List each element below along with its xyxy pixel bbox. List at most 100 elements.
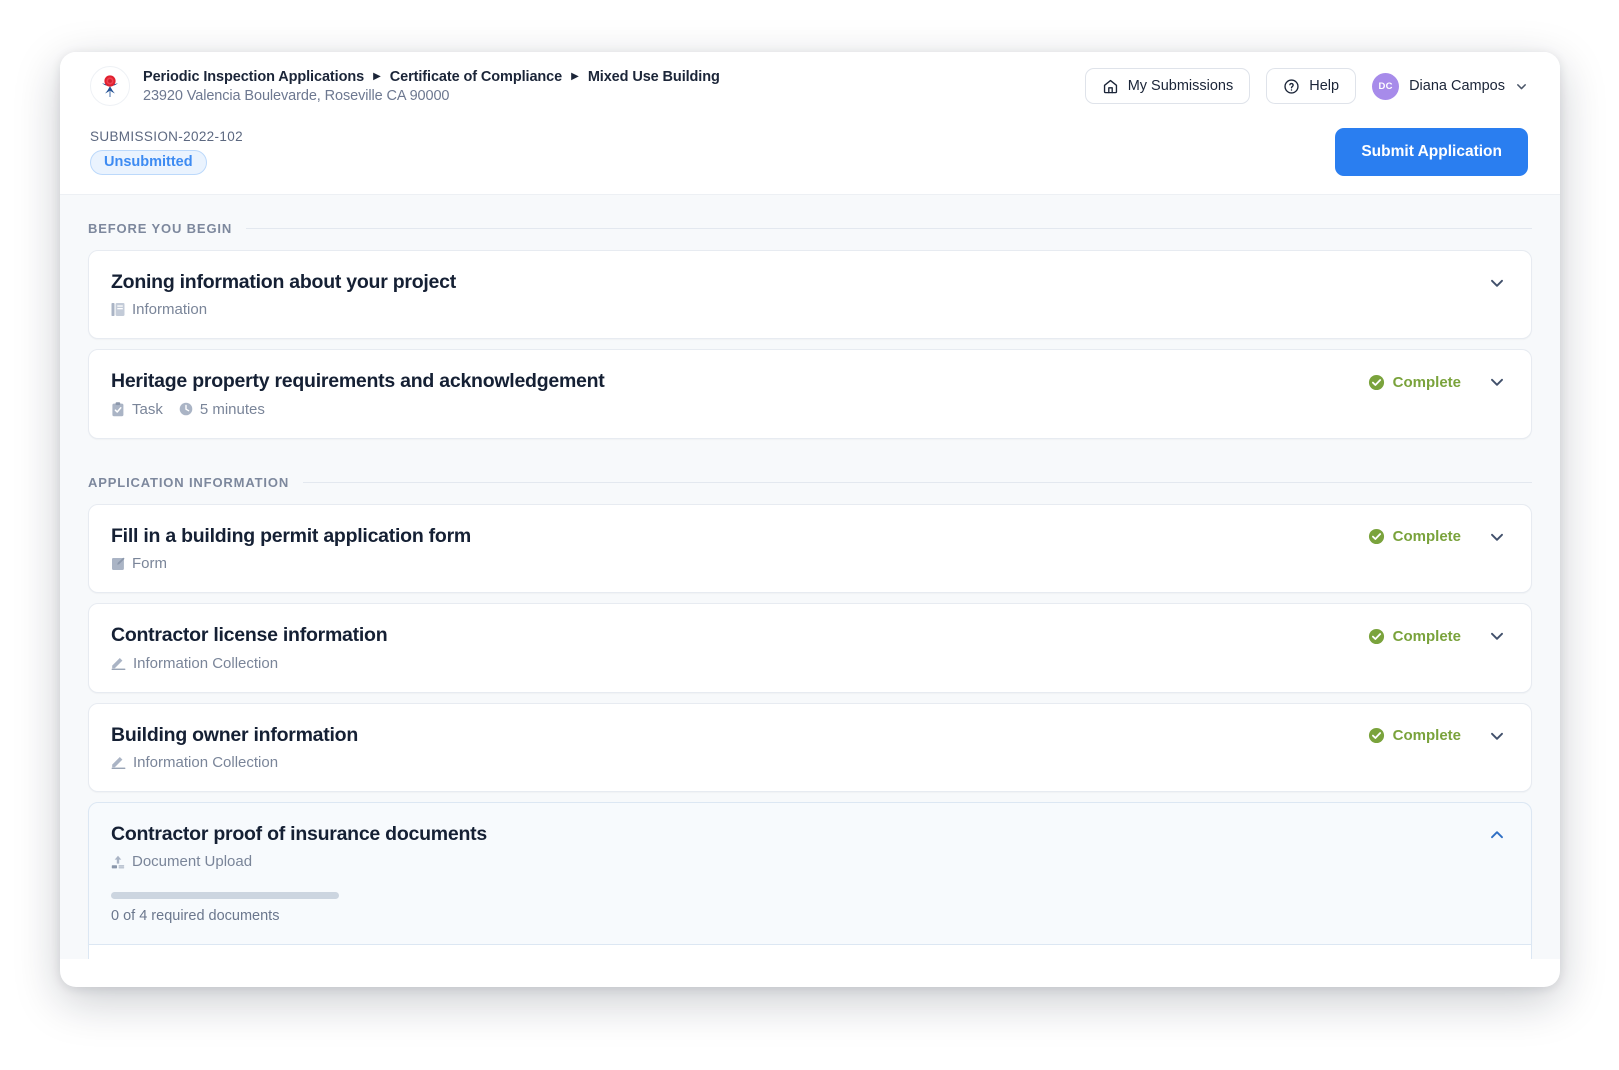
card-type: Task	[111, 401, 163, 418]
checklist-card-heritage-property[interactable]: Heritage property requirements and ackno…	[88, 349, 1532, 438]
chevron-down-icon[interactable]	[1487, 626, 1507, 646]
card-main: Contractor proof of insurance documents …	[111, 823, 487, 924]
upload-progress: 0 of 4 required documents	[111, 892, 339, 924]
help-button[interactable]: Help	[1266, 68, 1356, 104]
card-right: Complete	[1368, 624, 1507, 646]
submission-identity: SUBMISSION-2022-102 Unsubmitted	[90, 129, 243, 175]
expanded-panel-proof-of-insurance: Instructions	[88, 945, 1532, 959]
breadcrumb-item-2[interactable]: Mixed Use Building	[588, 69, 720, 85]
section-divider	[303, 482, 1532, 483]
submission-header: SUBMISSION-2022-102 Unsubmitted Submit A…	[60, 120, 1560, 194]
status-badge: Unsubmitted	[90, 150, 207, 175]
chevron-down-icon[interactable]	[1487, 527, 1507, 547]
user-menu[interactable]: DC Diana Campos	[1372, 73, 1528, 100]
card-meta: Task 5 minutes	[111, 401, 605, 418]
chevron-down-icon[interactable]	[1487, 726, 1507, 746]
breadcrumb-separator-icon: ▶	[373, 72, 381, 82]
property-address: 23920 Valencia Boulevarde, Roseville CA …	[143, 88, 720, 104]
information-book-icon	[111, 302, 125, 317]
checklist-card-building-owner[interactable]: Building owner information Information C…	[88, 703, 1532, 792]
question-circle-icon	[1283, 78, 1300, 95]
status-badge: Complete	[1368, 528, 1461, 545]
card-right: Complete	[1368, 724, 1507, 746]
submission-id: SUBMISSION-2022-102	[90, 129, 243, 144]
my-submissions-button[interactable]: My Submissions	[1085, 68, 1251, 104]
card-type: Form	[111, 555, 167, 572]
card-meta: Form	[111, 555, 471, 572]
card-meta: Information	[111, 301, 456, 318]
breadcrumb-separator-icon: ▶	[571, 72, 579, 82]
card-type: Document Upload	[111, 853, 252, 870]
card-duration: 5 minutes	[179, 401, 265, 418]
card-type-label: Information Collection	[133, 655, 278, 672]
help-label: Help	[1309, 78, 1339, 94]
card-main: Zoning information about your project In…	[111, 271, 456, 318]
submit-application-button[interactable]: Submit Application	[1335, 128, 1528, 176]
card-title: Heritage property requirements and ackno…	[111, 370, 605, 393]
card-type: Information	[111, 301, 207, 318]
checklist-card-contractor-license[interactable]: Contractor license information Informati…	[88, 603, 1532, 692]
avatar: DC	[1372, 73, 1399, 100]
card-title: Contractor proof of insurance documents	[111, 823, 487, 846]
card-meta: Document Upload	[111, 853, 487, 870]
home-icon	[1102, 78, 1119, 95]
checklist-card-zoning-information[interactable]: Zoning information about your project In…	[88, 250, 1532, 339]
chevron-down-icon	[1515, 80, 1528, 93]
upload-icon	[111, 855, 125, 869]
breadcrumb-item-0[interactable]: Periodic Inspection Applications	[143, 69, 364, 85]
status-badge: Complete	[1368, 628, 1461, 645]
section-title: APPLICATION INFORMATION	[88, 475, 289, 490]
chevron-up-icon[interactable]	[1487, 825, 1507, 845]
check-circle-icon	[1368, 727, 1385, 744]
checklist-card-building-permit-form[interactable]: Fill in a building permit application fo…	[88, 504, 1532, 593]
status-label: Complete	[1393, 628, 1461, 645]
section-header-application-information: APPLICATION INFORMATION	[88, 449, 1532, 504]
chevron-down-icon[interactable]	[1487, 372, 1507, 392]
checklist-body[interactable]: BEFORE YOU BEGIN Zoning information abou…	[60, 194, 1560, 959]
form-edit-icon	[111, 557, 125, 571]
card-title: Zoning information about your project	[111, 271, 456, 294]
signature-pen-icon	[111, 656, 126, 670]
card-right	[1487, 823, 1507, 845]
card-meta: Information Collection	[111, 655, 387, 672]
status-label: Complete	[1393, 727, 1461, 744]
card-duration-label: 5 minutes	[200, 401, 265, 418]
progress-label: 0 of 4 required documents	[111, 908, 339, 924]
status-badge: Complete	[1368, 374, 1461, 391]
card-right	[1487, 271, 1507, 293]
card-main: Building owner information Information C…	[111, 724, 358, 771]
check-circle-icon	[1368, 374, 1385, 391]
card-meta: Information Collection	[111, 754, 358, 771]
card-right: Complete	[1368, 370, 1507, 392]
card-title: Fill in a building permit application fo…	[111, 525, 471, 548]
card-main: Fill in a building permit application fo…	[111, 525, 471, 572]
header-actions: My Submissions Help DC Diana Campos	[1085, 68, 1528, 104]
card-title: Contractor license information	[111, 624, 387, 647]
user-name: Diana Campos	[1409, 78, 1505, 94]
breadcrumb-item-1[interactable]: Certificate of Compliance	[390, 69, 562, 85]
card-type-label: Form	[132, 555, 167, 572]
breadcrumb: Periodic Inspection Applications ▶ Certi…	[143, 69, 720, 104]
section-divider	[246, 228, 1532, 229]
brand-block: Periodic Inspection Applications ▶ Certi…	[90, 66, 720, 106]
rose-logo-icon	[90, 66, 130, 106]
signature-pen-icon	[111, 755, 126, 769]
card-main: Heritage property requirements and ackno…	[111, 370, 605, 417]
section-header-before-you-begin: BEFORE YOU BEGIN	[88, 195, 1532, 250]
top-header: Periodic Inspection Applications ▶ Certi…	[60, 52, 1560, 120]
status-badge: Complete	[1368, 727, 1461, 744]
chevron-down-icon[interactable]	[1487, 273, 1507, 293]
card-title: Building owner information	[111, 724, 358, 747]
application-window: Periodic Inspection Applications ▶ Certi…	[60, 52, 1560, 987]
progress-track	[111, 892, 339, 899]
card-type-label: Information Collection	[133, 754, 278, 771]
status-label: Complete	[1393, 528, 1461, 545]
clipboard-check-icon	[111, 402, 125, 417]
card-type-label: Task	[132, 401, 163, 418]
card-right: Complete	[1368, 525, 1507, 547]
clock-icon	[179, 402, 193, 416]
card-type-label: Information	[132, 301, 207, 318]
check-circle-icon	[1368, 628, 1385, 645]
checklist-card-proof-of-insurance[interactable]: Contractor proof of insurance documents …	[88, 802, 1532, 945]
check-circle-icon	[1368, 528, 1385, 545]
